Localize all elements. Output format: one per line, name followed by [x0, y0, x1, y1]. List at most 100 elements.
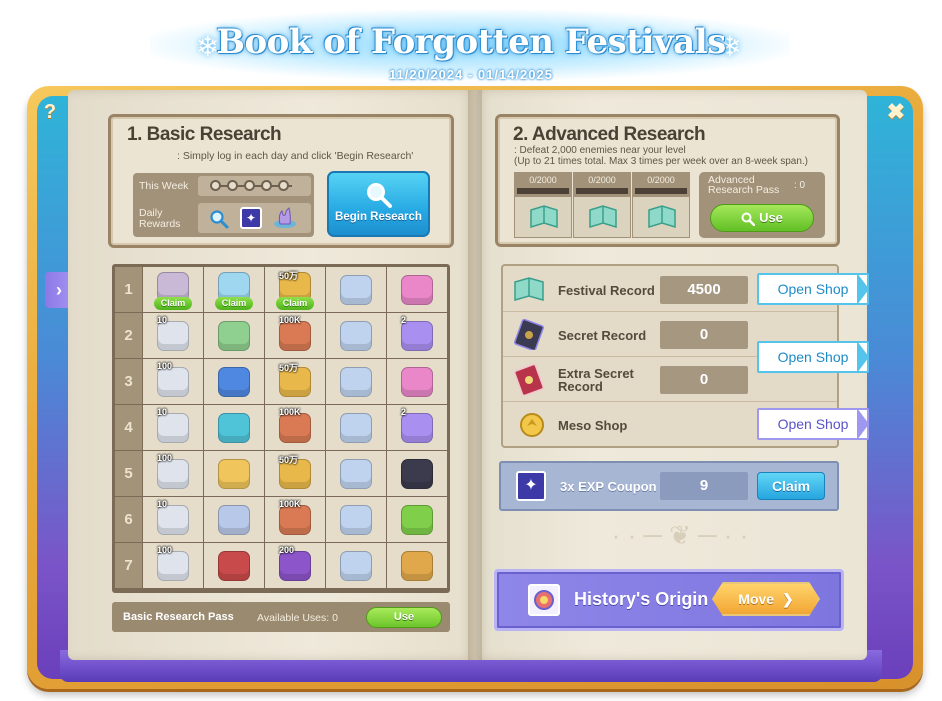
- grid-row-number: 7: [115, 543, 142, 588]
- magnifier-reward-icon: [209, 209, 229, 229]
- wand-pink-item: [401, 275, 433, 305]
- festival-record-icon: [529, 203, 559, 231]
- portal-item: [218, 413, 250, 443]
- grid-cell[interactable]: Claim: [143, 267, 203, 312]
- festival-record-icon: [512, 274, 546, 304]
- meso-shop-label: Meso Shop: [558, 418, 628, 433]
- close-icon[interactable]: ✖: [884, 100, 908, 124]
- grid-cell[interactable]: 100K: [265, 313, 325, 358]
- grid-cell[interactable]: 50万 Claim: [265, 267, 325, 312]
- festival-record-open-shop-button[interactable]: Open Shop: [757, 273, 869, 305]
- grid-cell[interactable]: [204, 313, 264, 358]
- item-quantity-badge: 200: [279, 545, 295, 555]
- exp-coupon-claim-button[interactable]: Claim: [757, 472, 825, 500]
- festival-record-icon: [588, 203, 618, 231]
- advanced-counter-value: 0/2000: [529, 175, 557, 185]
- this-week-label: This Week: [139, 180, 189, 192]
- grid-cell[interactable]: [326, 497, 386, 542]
- grid-cell[interactable]: [204, 405, 264, 450]
- history-origin-icon: [528, 584, 560, 616]
- chest-item: [279, 551, 311, 581]
- event-dates: 11/20/2024 - 01/14/2025: [389, 67, 553, 82]
- extra-secret-record-value: 0: [660, 366, 748, 394]
- grid-cell[interactable]: 100K: [265, 405, 325, 450]
- grid-cell[interactable]: 10: [143, 497, 203, 542]
- grid-cell[interactable]: 50万: [265, 359, 325, 404]
- claim-reward-button[interactable]: Claim: [215, 297, 253, 310]
- grid-cell[interactable]: 100: [143, 451, 203, 496]
- grid-cell[interactable]: [387, 543, 447, 588]
- page-title: Book of Forgotten Festivals: [216, 22, 726, 62]
- search-icon: [741, 212, 756, 226]
- claim-reward-button[interactable]: Claim: [154, 297, 192, 310]
- scroll-item: [279, 505, 311, 535]
- move-label: Move: [738, 591, 775, 607]
- grid-cell[interactable]: [326, 543, 386, 588]
- claim-reward-button[interactable]: Claim: [276, 297, 314, 310]
- grid-cell[interactable]: 2: [387, 405, 447, 450]
- grid-cell[interactable]: [204, 359, 264, 404]
- ticket-item: [340, 551, 372, 581]
- exp-coupon-reward-icon: ✦: [240, 207, 262, 229]
- calendar-item: [218, 367, 250, 397]
- advanced-progress-bar: [517, 188, 569, 194]
- grid-cell[interactable]: 100K: [265, 497, 325, 542]
- exp-coupon-label: 3x EXP Coupon: [560, 479, 657, 494]
- grid-cell[interactable]: Claim: [204, 267, 264, 312]
- item-quantity-badge: 2: [401, 315, 407, 325]
- begin-research-button[interactable]: Begin Research: [327, 171, 430, 237]
- basic-research-title: 1. Basic Research: [127, 124, 282, 145]
- snowballs-item: [157, 505, 189, 535]
- item-quantity-badge: 50万: [279, 271, 299, 281]
- item-quantity-badge: 50万: [279, 363, 299, 373]
- grid-cell[interactable]: [326, 405, 386, 450]
- exp-coupon-icon: ✦: [516, 471, 546, 501]
- book-spine: [468, 90, 482, 660]
- ticket-item: [340, 413, 372, 443]
- basic-research-subtitle: : Simply log in each day and click 'Begi…: [177, 150, 414, 162]
- advanced-reward-cell: [514, 196, 572, 238]
- history-move-button[interactable]: Move ❯: [712, 582, 820, 616]
- grid-cell[interactable]: 100: [143, 543, 203, 588]
- grid-cell[interactable]: [387, 359, 447, 404]
- map-item: [218, 321, 250, 351]
- records-open-shop-button[interactable]: Open Shop: [757, 341, 869, 373]
- grid-cell[interactable]: 10: [143, 405, 203, 450]
- grid-cell[interactable]: [326, 359, 386, 404]
- grid-row-number: 5: [115, 451, 142, 496]
- grid-cell[interactable]: [204, 497, 264, 542]
- advanced-pass-label: Advanced Research Pass: [708, 174, 780, 196]
- meso-coin-icon: [518, 411, 546, 439]
- basic-pass-use-button[interactable]: Use: [366, 607, 442, 628]
- basic-available-uses: Available Uses: 0: [257, 612, 338, 624]
- grid-cell[interactable]: [326, 267, 386, 312]
- grid-cell[interactable]: [387, 497, 447, 542]
- grid-cell[interactable]: 100: [143, 359, 203, 404]
- grid-cell[interactable]: [387, 451, 447, 496]
- advanced-reward-cell: [573, 196, 631, 238]
- advanced-counter-value: 0/2000: [588, 175, 616, 185]
- search-icon: [365, 181, 393, 209]
- ticket-item: [340, 367, 372, 397]
- grid-cell[interactable]: [204, 451, 264, 496]
- advanced-progress-bar: [635, 188, 687, 194]
- grid-cell[interactable]: 200: [265, 543, 325, 588]
- grid-cell[interactable]: [326, 451, 386, 496]
- grid-cell[interactable]: 2: [387, 313, 447, 358]
- grid-row-number: 3: [115, 359, 142, 404]
- open-shop-arrow: [857, 341, 869, 373]
- advanced-use-button[interactable]: Use: [710, 204, 814, 232]
- help-icon[interactable]: ?: [38, 100, 62, 124]
- chevron-right-icon: ❯: [781, 591, 794, 607]
- meso-open-shop-button[interactable]: Open Shop: [757, 408, 869, 440]
- grid-cell[interactable]: [204, 543, 264, 588]
- gift-box-item: [218, 459, 250, 489]
- grid-cell[interactable]: [326, 313, 386, 358]
- open-shop-arrow: [857, 273, 869, 305]
- item-quantity-badge: 10: [157, 315, 168, 325]
- grid-cell[interactable]: 10: [143, 313, 203, 358]
- week-day-dot: [278, 180, 289, 191]
- grid-cell[interactable]: 50万: [265, 451, 325, 496]
- grid-cell[interactable]: [387, 267, 447, 312]
- item-quantity-badge: 2: [401, 407, 407, 417]
